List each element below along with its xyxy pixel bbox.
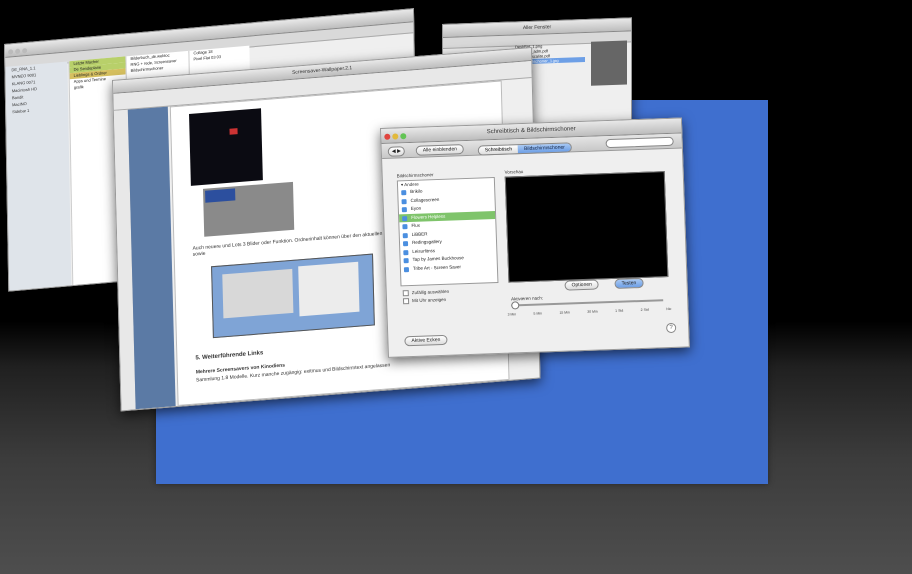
tick-label: Nie [666, 306, 672, 312]
tick-label: 5 Min [533, 311, 543, 316]
checkbox-icon[interactable] [402, 232, 408, 238]
checkbox-icon[interactable] [402, 241, 409, 247]
close-icon[interactable] [384, 133, 391, 140]
screensaver-preview [504, 171, 669, 283]
zoom-icon[interactable] [400, 133, 407, 140]
checkbox-icon[interactable] [401, 198, 407, 204]
checkbox-icon[interactable] [403, 249, 409, 255]
checkbox-icon[interactable] [402, 215, 408, 221]
tick-label: 1 Std [615, 308, 624, 313]
expose-stage: DE_RNA_1.1 MVNEO 9001 KLANG 0071 Macinto… [0, 0, 912, 574]
image-fragment [205, 188, 236, 203]
section-heading: 5. Weiterführende Links [195, 350, 264, 362]
slider-knob[interactable] [511, 301, 520, 310]
checkbox-icon[interactable] [402, 224, 408, 230]
preview-label: Vorschau [504, 169, 524, 175]
tab-desktop[interactable]: Schreibtisch [478, 145, 519, 155]
slider-ticks: 3 Min 5 Min 15 Min 30 Min 1 Std 2 Std Ni… [508, 307, 672, 317]
options-button[interactable]: Optionen [564, 279, 600, 291]
tab-bar: Schreibtisch Bildschirmschoner [477, 142, 573, 156]
random-checkbox[interactable]: Zufällig auswählen [402, 289, 449, 297]
space-screenshot [189, 108, 263, 186]
hot-corners-button[interactable]: Aktive Ecken [404, 334, 448, 347]
tick-label: 2 Std [640, 307, 649, 313]
show-all-button[interactable]: Alle einblenden [415, 144, 465, 156]
checkbox-icon[interactable] [403, 266, 410, 272]
checkbox-icon[interactable] [401, 190, 407, 196]
embedded-screenshot [211, 253, 375, 339]
minimize-icon[interactable] [392, 133, 399, 140]
embedded-window [222, 268, 294, 319]
screenshot-image [203, 181, 295, 237]
search-input[interactable] [605, 136, 674, 149]
embedded-window [298, 261, 360, 317]
checkbox-icon[interactable] [403, 258, 409, 264]
help-icon[interactable]: ? [665, 322, 677, 334]
window-title: Schreibtisch & Bildschirmschoner [486, 126, 576, 136]
tick-label: 15 Min [559, 310, 570, 315]
preview-thumbnail [591, 40, 627, 86]
finder-sidebar: DE_RNA_1.1 MVNEO 9001 KLANG 0071 Macinto… [5, 61, 72, 291]
screensaver-list[interactable]: ▾ Andere Brikilo Collagescreen Eyon Flow… [396, 177, 499, 287]
system-preferences-window[interactable]: Schreibtisch & Bildschirmschoner ◀ ▶ All… [380, 117, 690, 358]
tick-label: 3 Min [507, 312, 517, 317]
document-side-panel [127, 106, 176, 410]
checkbox-icon[interactable] [401, 207, 407, 213]
list-label: Bildschirmschoner [396, 172, 434, 179]
tick-label: 30 Min [587, 309, 598, 314]
tab-screensaver[interactable]: Bildschirmschoner [517, 143, 572, 154]
spaceship-shape [229, 128, 238, 135]
test-button[interactable]: Testen [614, 277, 644, 289]
back-forward-buttons[interactable]: ◀ ▶ [387, 146, 406, 157]
clock-checkbox[interactable]: Mit Uhr anzeigen [402, 297, 446, 305]
